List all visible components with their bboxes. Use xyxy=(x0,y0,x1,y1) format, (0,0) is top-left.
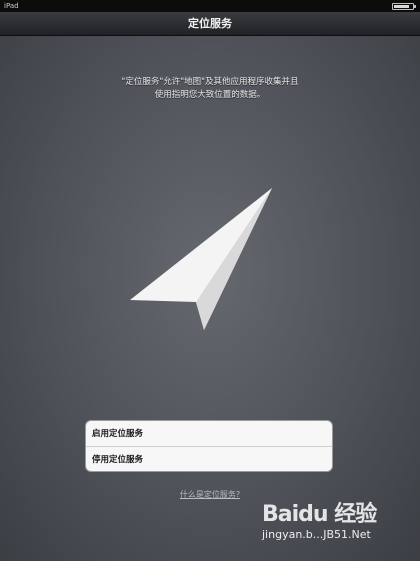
battery-icon xyxy=(392,3,416,10)
location-arrow-icon xyxy=(130,188,272,330)
enable-location-services-option[interactable]: 启用定位服务 xyxy=(86,421,332,447)
navigation-bar: 定位服务 xyxy=(0,12,420,36)
page-title: 定位服务 xyxy=(188,17,232,30)
carrier-label: iPad xyxy=(4,2,19,10)
setup-screen: "定位服务"允许"地图"及其他应用程序收集并且使用指明您大致位置的数据。 启用定… xyxy=(0,36,420,561)
location-services-description: "定位服务"允许"地图"及其他应用程序收集并且使用指明您大致位置的数据。 xyxy=(121,77,299,100)
disable-location-services-option[interactable]: 停用定位服务 xyxy=(86,447,332,471)
what-is-location-services-link[interactable]: 什么是定位服务? xyxy=(150,489,270,500)
battery-level-fill xyxy=(394,5,410,8)
watermark: Baidu 经验 jingyan.b...JB51.Net xyxy=(262,496,412,556)
watermark-url-text: jingyan.b...JB51.Net xyxy=(262,528,371,541)
location-options-group: 启用定位服务 停用定位服务 xyxy=(85,420,333,472)
status-bar: iPad xyxy=(0,0,420,12)
watermark-logo-text: Baidu 经验 xyxy=(262,502,377,527)
